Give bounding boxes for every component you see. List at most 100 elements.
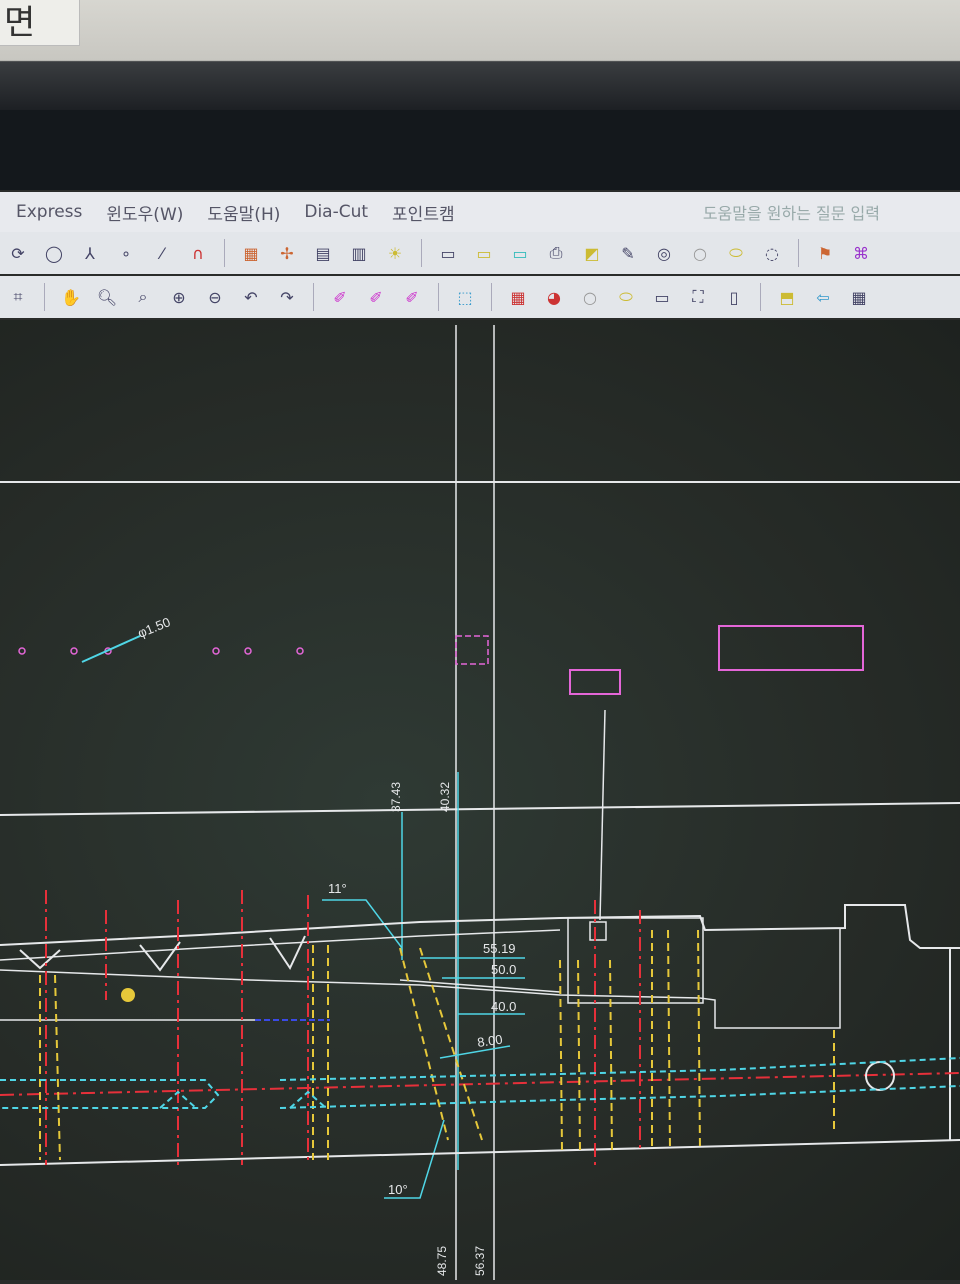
part-top-edge bbox=[0, 904, 960, 949]
spline-icon[interactable]: ✢ bbox=[274, 240, 300, 266]
hint-icon[interactable]: ◌ bbox=[759, 240, 785, 266]
arc-icon[interactable]: ⟳ bbox=[5, 240, 31, 266]
monitor-bezel bbox=[0, 0, 960, 110]
hidden-line bbox=[667, 929, 671, 1151]
grid-icon[interactable]: ▦ bbox=[238, 240, 264, 266]
branch-icon[interactable]: ⅄ bbox=[77, 240, 103, 266]
toolbar-separator bbox=[798, 239, 799, 267]
pl-spl-icon[interactable]: ▤ bbox=[310, 240, 336, 266]
circle-icon[interactable]: ◯ bbox=[41, 240, 67, 266]
light-icon[interactable]: ☀ bbox=[382, 240, 408, 266]
dimension-text: 48.75 bbox=[435, 1246, 449, 1276]
monitor-icon[interactable]: ▭ bbox=[435, 240, 461, 266]
toolbar-draw: ⟳ ◯ ⅄ ∘ ⁄ ∩ ▦ ✢ ▤ ▥ ☀ ▭ ▭ ▭ ⎙ ◩ ✎ ◎ ○ ⬭ … bbox=[0, 232, 960, 274]
pocket bbox=[589, 921, 607, 941]
edit-icon[interactable]: ✎ bbox=[615, 240, 641, 266]
toolbar-separator bbox=[224, 239, 225, 267]
monitor-yellow-icon[interactable]: ▭ bbox=[471, 240, 497, 266]
menu-express[interactable]: Express bbox=[16, 202, 82, 222]
help-search-input[interactable]: 도움말을 원하는 질문 입력 bbox=[703, 200, 880, 224]
part-top-edge bbox=[0, 929, 561, 961]
layers-icon[interactable]: ▯ bbox=[721, 284, 747, 310]
tree-icon[interactable]: ⌘ bbox=[848, 240, 874, 266]
arrow-left-icon[interactable]: ⇦ bbox=[810, 284, 836, 310]
dimension-icon[interactable]: ⚑ bbox=[812, 240, 838, 266]
circle-outline-icon[interactable]: ○ bbox=[687, 240, 713, 266]
diameter-label: φ1.50 bbox=[136, 614, 173, 641]
palette-icon[interactable]: ▦ bbox=[505, 284, 531, 310]
angle-text: 10° bbox=[388, 1182, 408, 1197]
zoom-minus-icon[interactable]: ⊖ bbox=[202, 284, 228, 310]
point-marker bbox=[212, 647, 220, 655]
toolbar-separator bbox=[438, 283, 439, 311]
color-wheel-icon[interactable]: ◎ bbox=[651, 240, 677, 266]
frame-icon[interactable]: ⌗ bbox=[5, 284, 31, 310]
screen-frame bbox=[0, 110, 960, 190]
toolbar-separator bbox=[44, 283, 45, 311]
magnet-icon[interactable]: ∩ bbox=[185, 240, 211, 266]
chart-icon[interactable]: ◩ bbox=[579, 240, 605, 266]
drawing-canvas[interactable]: φ1.50 37.43 40.32 11° 55.19 50.0 40.0 8.… bbox=[0, 320, 960, 1280]
menu-help[interactable]: 도움말(H) bbox=[207, 200, 280, 225]
horizontal-guide-line bbox=[0, 802, 960, 816]
pen-icon[interactable]: ✐ bbox=[327, 284, 353, 310]
export-icon[interactable]: ⬒ bbox=[774, 284, 800, 310]
menu-dia-cut[interactable]: Dia-Cut bbox=[304, 202, 368, 222]
dimension-text: 37.43 bbox=[389, 782, 403, 812]
undo-icon[interactable]: ↶ bbox=[238, 284, 264, 310]
print-icon[interactable]: ⎙ bbox=[543, 240, 569, 266]
sticker-label: 면 bbox=[0, 0, 80, 46]
hidden-line bbox=[609, 959, 613, 1151]
part-profile bbox=[0, 928, 841, 1029]
leader-line bbox=[81, 635, 141, 663]
grid-icon[interactable]: ▦ bbox=[846, 284, 872, 310]
pen3-icon[interactable]: ✐ bbox=[399, 284, 425, 310]
crop-icon[interactable]: ⛶ bbox=[685, 284, 711, 310]
zoom-in-icon[interactable]: 🔍︎ bbox=[94, 284, 120, 310]
part-bottom-edge bbox=[0, 1139, 960, 1166]
point-marker bbox=[18, 647, 26, 655]
monitor-icon[interactable]: ▭ bbox=[649, 284, 675, 310]
dimension-text: 40.0 bbox=[491, 999, 516, 1014]
hidden-contour bbox=[279, 1057, 960, 1081]
toolbar-separator bbox=[491, 283, 492, 311]
pen2-icon[interactable]: ✐ bbox=[363, 284, 389, 310]
gear-symbol-icon bbox=[121, 988, 135, 1002]
redo-icon[interactable]: ↷ bbox=[274, 284, 300, 310]
pan-icon[interactable]: ✋ bbox=[58, 284, 84, 310]
select-icon[interactable]: ⬚ bbox=[452, 284, 478, 310]
dimension-text: 56.37 bbox=[473, 1246, 487, 1276]
lemon-icon[interactable]: ⬭ bbox=[723, 240, 749, 266]
toolbar-view: ⌗ ✋ 🔍︎ ⌕ ⊕ ⊖ ↶ ↷ ✐ ✐ ✐ ⬚ ▦ ◕ ○ ⬭ ▭ ⛶ ▯ ⬒… bbox=[0, 276, 960, 318]
vertical-guide-line bbox=[599, 709, 606, 921]
angle-text: 11° bbox=[328, 881, 347, 896]
point-marker bbox=[296, 647, 304, 655]
pie-icon[interactable]: ◕ bbox=[541, 284, 567, 310]
hidden-line bbox=[419, 947, 483, 1141]
magenta-rect bbox=[455, 635, 489, 665]
pocket bbox=[567, 917, 704, 1004]
hidden-line bbox=[697, 929, 701, 1151]
pl-pt-icon[interactable]: ▥ bbox=[346, 240, 372, 266]
menu-window[interactable]: 윈도우(W) bbox=[106, 200, 183, 225]
hidden-contour bbox=[279, 1085, 960, 1109]
point-icon[interactable]: ∘ bbox=[113, 240, 139, 266]
toolbar-separator bbox=[760, 283, 761, 311]
dimension-text: 40.32 bbox=[438, 782, 452, 812]
hidden-line bbox=[399, 947, 449, 1141]
dimension-text: 50.0 bbox=[491, 962, 516, 977]
zoom-plus-icon[interactable]: ⊕ bbox=[166, 284, 192, 310]
menu-pointcam[interactable]: 포인트캠 bbox=[392, 200, 455, 225]
dimension-line bbox=[439, 1045, 511, 1059]
cad-drawing: φ1.50 37.43 40.32 11° 55.19 50.0 40.0 8.… bbox=[0, 325, 960, 1280]
toolbar-separator bbox=[421, 239, 422, 267]
hidden-line bbox=[577, 959, 581, 1151]
dimension-text: 55.19 bbox=[483, 941, 516, 956]
hidden-line bbox=[559, 959, 563, 1151]
menu-bar: Express 윈도우(W) 도움말(H) Dia-Cut 포인트캠 도움말을 … bbox=[0, 192, 960, 232]
monitor-cyan-icon[interactable]: ▭ bbox=[507, 240, 533, 266]
lemon-icon[interactable]: ⬭ bbox=[613, 284, 639, 310]
line-icon[interactable]: ⁄ bbox=[149, 240, 175, 266]
ring-icon[interactable]: ○ bbox=[577, 284, 603, 310]
zoom-window-icon[interactable]: ⌕ bbox=[130, 284, 156, 310]
